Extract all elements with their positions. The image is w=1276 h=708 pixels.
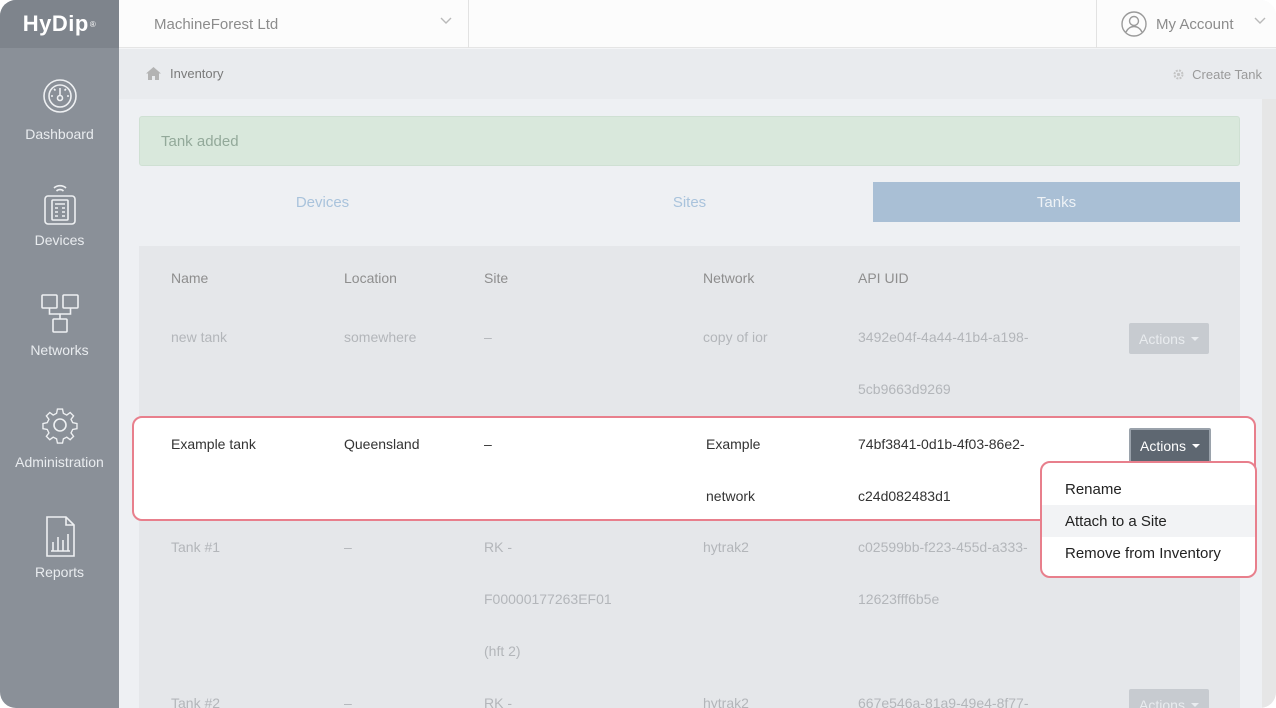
cell-api-uid: c24d082483d1 (858, 488, 951, 504)
gear-icon (1173, 69, 1184, 80)
cell-network: hytrak2 (703, 539, 749, 555)
cell-name: Tank #2 (171, 695, 221, 708)
table-header: Name Location Site Network API UID (139, 246, 1240, 310)
cell-location: – (344, 539, 352, 555)
inventory-tabs: Devices Sites Tanks (139, 182, 1240, 222)
actions-button[interactable]: Actions (1129, 428, 1211, 463)
chevron-down-icon (1254, 17, 1266, 24)
breadcrumb-item[interactable]: Inventory (145, 66, 223, 81)
chevron-down-icon (440, 17, 452, 24)
actions-label: Actions (1139, 696, 1185, 708)
cell-location: somewhere (344, 329, 417, 345)
report-icon (45, 516, 75, 557)
cell-name: Tank #1 (171, 539, 221, 555)
gauge-icon (42, 79, 77, 113)
top-bar: MachineForest Ltd My Account (119, 0, 1276, 48)
tab-label: Tanks (1036, 193, 1077, 211)
cell-api-uid: c02599bb-f223-455d-a333- (858, 539, 1028, 555)
breadcrumb: Inventory Create Tank (119, 49, 1276, 99)
brand-logo-text: HyDip (22, 11, 89, 36)
sidebar-item-dashboard[interactable]: Dashboard (0, 76, 119, 176)
breadcrumb-label: Inventory (170, 66, 224, 81)
sidebar-item-networks[interactable]: Networks (0, 292, 119, 392)
cell-site: – (484, 329, 492, 345)
sidebar-item-label: Administration (15, 454, 104, 470)
tab-label: Sites (672, 193, 707, 211)
success-alert: Tank added (139, 116, 1240, 166)
cell-api-uid: 667e546a-81a9-49e4-8f77- (858, 695, 1029, 708)
cell-api-uid: 12623fff6b5e (858, 591, 940, 607)
sidebar: HyDip ® Dashboard Devices Networks Admin… (0, 0, 119, 708)
sidebar-item-label: Reports (34, 564, 85, 580)
column-header-api-uid: API UID (858, 270, 909, 286)
tab-label: Devices (295, 193, 350, 211)
cell-site: RK - (484, 539, 512, 555)
home-icon (146, 67, 161, 80)
user-icon (1121, 11, 1147, 37)
cell-site: – (484, 436, 492, 452)
sidebar-item-devices[interactable]: Devices (0, 182, 119, 282)
network-icon (40, 294, 79, 333)
tab-sites[interactable]: Sites (506, 182, 873, 222)
actions-label: Actions (1140, 437, 1186, 454)
account-label: My Account (1156, 15, 1234, 33)
app-window: HyDip ® Dashboard Devices Networks Admin… (0, 0, 1276, 708)
cell-network: network (706, 488, 756, 504)
column-header-site: Site (484, 270, 509, 286)
menu-item-rename[interactable]: Rename (1042, 473, 1255, 505)
column-header-network: Network (703, 270, 755, 286)
cell-site: F00000177263EF01 (484, 591, 612, 607)
menu-item-label: Rename (1065, 480, 1122, 498)
cell-site: RK - (484, 695, 512, 708)
table-row[interactable]: new tank somewhere – copy of ior 3492e04… (139, 311, 1240, 415)
brand-logo[interactable]: HyDip ® (0, 0, 119, 48)
sidebar-item-reports[interactable]: Reports (0, 514, 119, 614)
cell-api-uid: 5cb9663d9269 (858, 381, 951, 397)
tab-devices[interactable]: Devices (139, 182, 506, 222)
sidebar-item-label: Dashboard (25, 126, 94, 142)
gear-icon (41, 408, 78, 444)
cell-name: new tank (171, 329, 228, 345)
sidebar-item-label: Networks (30, 342, 89, 358)
column-header-name: Name (171, 270, 209, 286)
actions-label: Actions (1139, 330, 1185, 347)
cell-network: copy of ior (703, 329, 768, 345)
organisation-name: MachineForest Ltd (154, 15, 279, 33)
registered-mark: ® (89, 19, 97, 29)
sidebar-item-administration[interactable]: Administration (0, 404, 119, 504)
menu-item-remove-from-inventory[interactable]: Remove from Inventory (1042, 537, 1255, 569)
cell-api-uid: 3492e04f-4a44-41b4-a198- (858, 329, 1029, 345)
organisation-select[interactable]: MachineForest Ltd (119, 0, 469, 48)
account-menu[interactable]: My Account (1096, 0, 1276, 48)
cell-site: (hft 2) (484, 643, 521, 659)
scrollbar[interactable] (1262, 99, 1276, 708)
actions-button[interactable]: Actions (1129, 689, 1209, 708)
caret-down-icon (1190, 702, 1199, 707)
cell-network: hytrak2 (703, 695, 749, 708)
cell-location: – (344, 695, 352, 708)
menu-item-attach-to-site[interactable]: Attach to a Site (1042, 505, 1255, 537)
actions-button[interactable]: Actions (1129, 323, 1209, 354)
cell-api-uid: 74bf3841-0d1b-4f03-86e2- (858, 436, 1025, 452)
device-icon (43, 184, 76, 225)
cell-network: Example (706, 436, 761, 452)
create-tank-label: Create Tank (1192, 67, 1262, 82)
cell-name: Example tank (171, 436, 256, 452)
menu-item-label: Remove from Inventory (1065, 544, 1221, 562)
menu-item-label: Attach to a Site (1065, 512, 1167, 530)
caret-down-icon (1190, 336, 1199, 341)
create-tank-button[interactable]: Create Tank (1173, 67, 1262, 82)
caret-down-icon (1191, 443, 1200, 448)
column-header-location: Location (344, 270, 397, 286)
cell-location: Queensland (344, 436, 420, 452)
sidebar-item-label: Devices (34, 232, 85, 248)
actions-dropdown-menu: Rename Attach to a Site Remove from Inve… (1040, 461, 1257, 578)
table-row[interactable]: Tank #2 – RK - hytrak2 667e546a-81a9-49e… (139, 677, 1240, 708)
alert-message: Tank added (161, 132, 239, 150)
tab-tanks[interactable]: Tanks (873, 182, 1240, 222)
